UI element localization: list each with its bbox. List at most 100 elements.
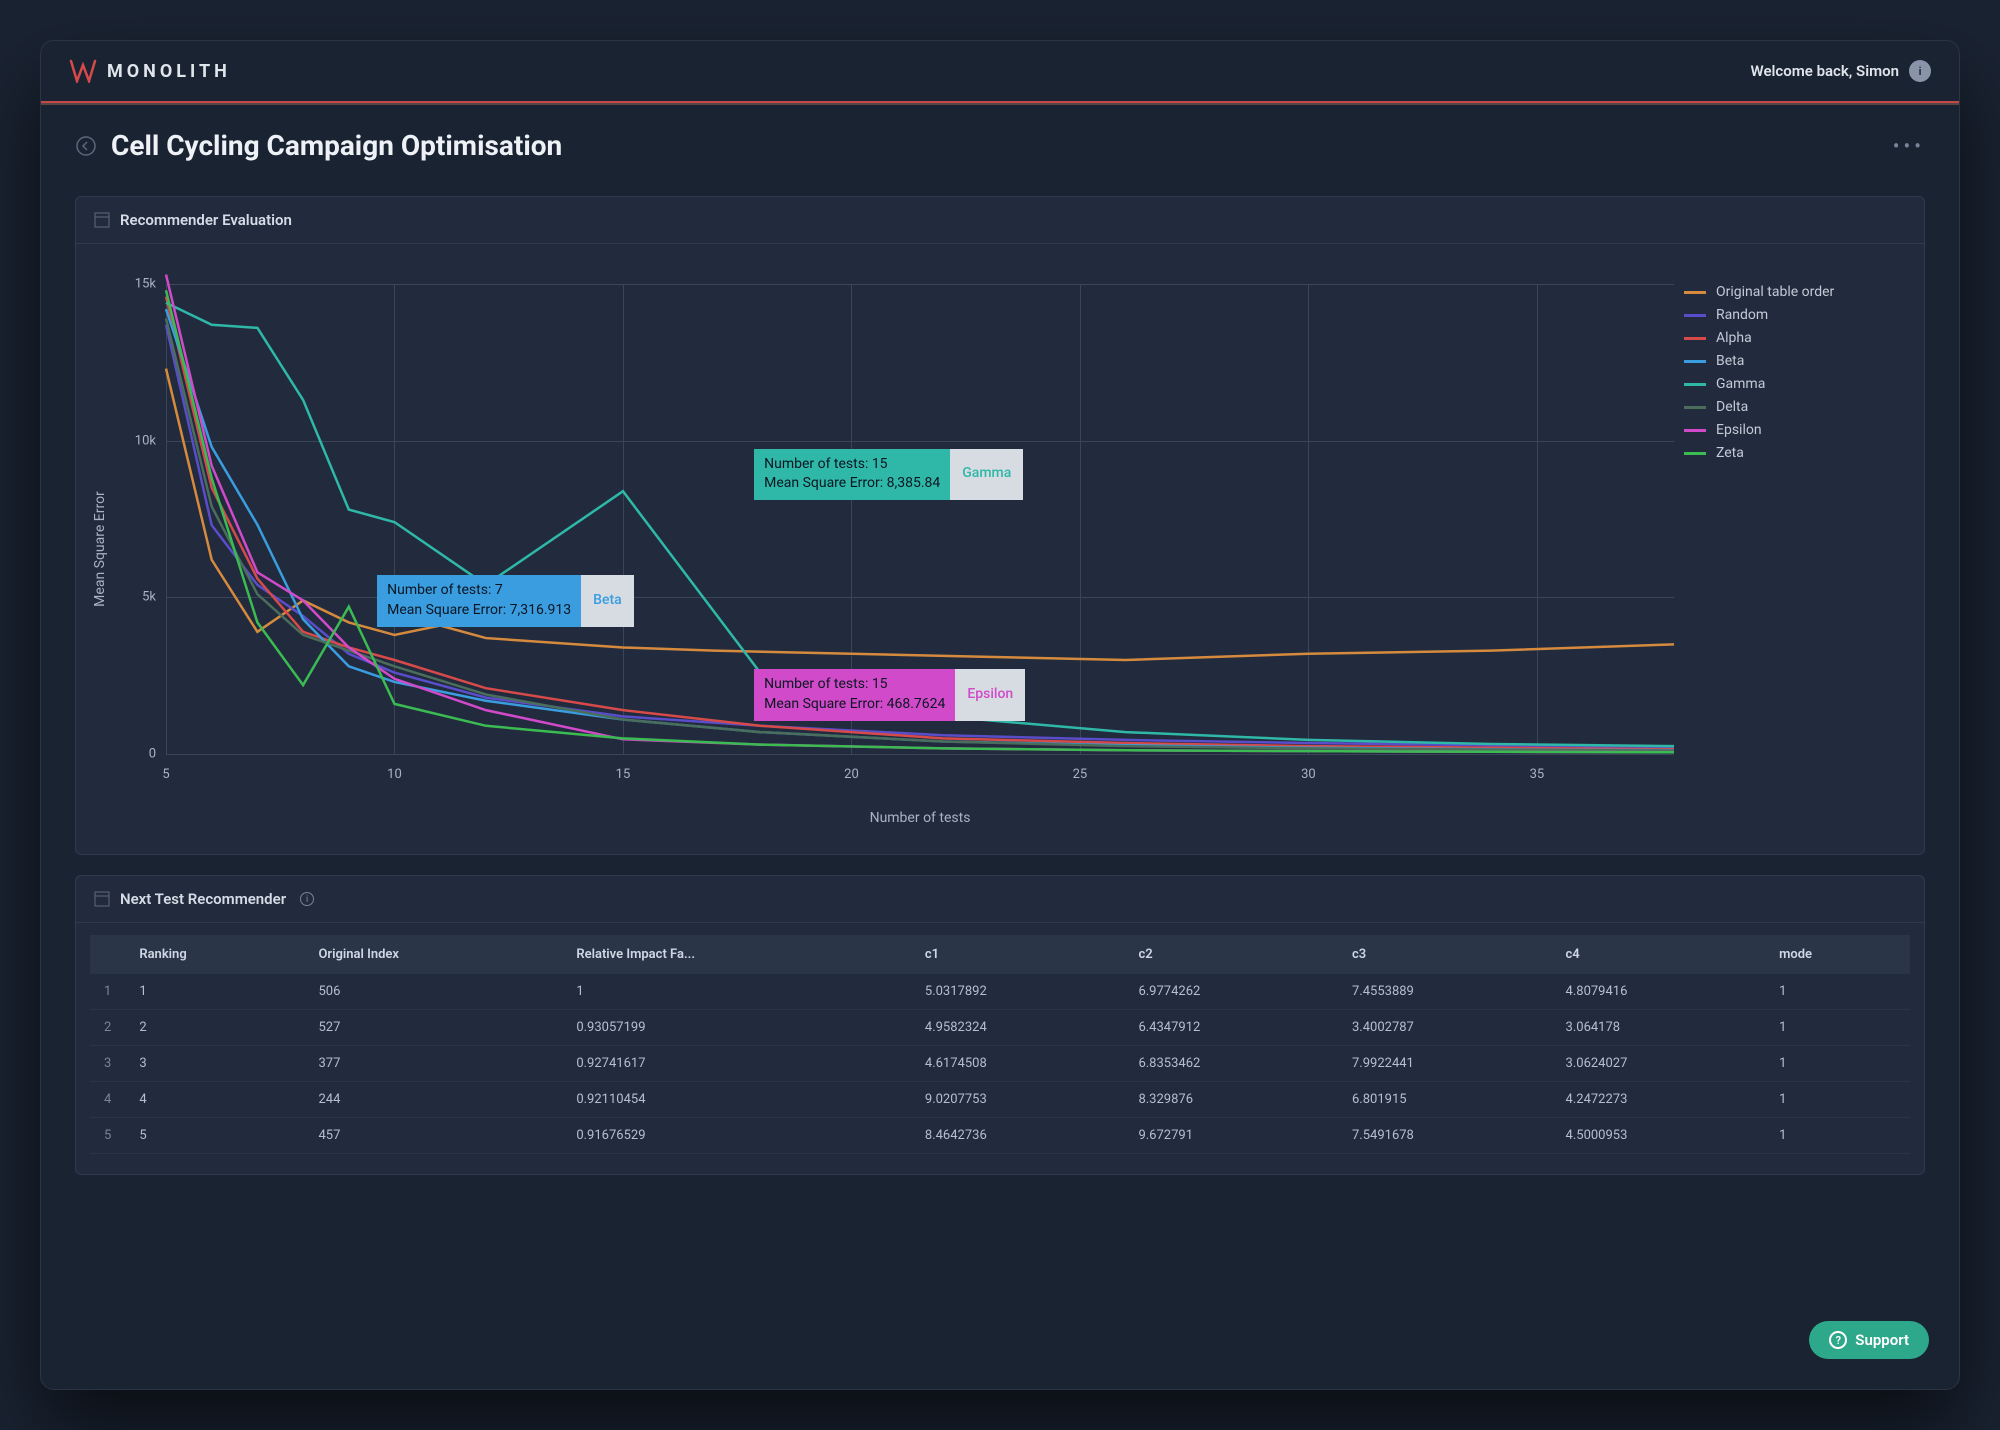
tooltip: Number of tests: 7Mean Square Error: 7,3… bbox=[377, 575, 634, 626]
table-cell: 7.9922441 bbox=[1338, 1046, 1552, 1082]
table-cell: 3 bbox=[125, 1046, 304, 1082]
x-tick: 35 bbox=[1530, 767, 1545, 782]
table-cell: 1 bbox=[125, 974, 304, 1010]
table-cell: 5 bbox=[125, 1118, 304, 1154]
legend-swatch bbox=[1684, 337, 1706, 340]
column-header[interactable]: Relative Impact Fa... bbox=[562, 935, 911, 974]
legend-label: Zeta bbox=[1716, 445, 1744, 461]
table-row[interactable]: 225270.930571994.95823246.43479123.40027… bbox=[90, 1010, 1910, 1046]
x-axis-label: Number of tests bbox=[870, 810, 971, 826]
table-cell: 8.4642736 bbox=[911, 1118, 1125, 1154]
legend-item[interactable]: Random bbox=[1684, 307, 1904, 323]
legend-item[interactable]: Beta bbox=[1684, 353, 1904, 369]
table-cell: 0.93057199 bbox=[562, 1010, 911, 1046]
table-cell: 506 bbox=[304, 974, 562, 1010]
table-row[interactable]: 442440.921104549.02077538.3298766.801915… bbox=[90, 1082, 1910, 1118]
x-tick: 5 bbox=[162, 767, 169, 782]
plot[interactable]: 510152025303505k10k15kNumber of tests: 7… bbox=[166, 284, 1674, 844]
tooltip: Number of tests: 15Mean Square Error: 46… bbox=[754, 669, 1025, 720]
legend-item[interactable]: Gamma bbox=[1684, 376, 1904, 392]
x-tick: 30 bbox=[1301, 767, 1316, 782]
table-row[interactable]: 1150615.03178926.97742627.45538894.80794… bbox=[90, 974, 1910, 1010]
table-cell: 1 bbox=[562, 974, 911, 1010]
table-cell: 457 bbox=[304, 1118, 562, 1154]
y-tick: 10k bbox=[116, 433, 156, 448]
more-menu-icon[interactable]: ••• bbox=[1893, 134, 1925, 158]
table-cell: 3.0624027 bbox=[1552, 1046, 1766, 1082]
brand: MONOLITH bbox=[69, 59, 231, 83]
legend-swatch bbox=[1684, 360, 1706, 363]
titlebar: Cell Cycling Campaign Optimisation ••• bbox=[41, 105, 1959, 176]
table-cell: 1 bbox=[1765, 1082, 1910, 1118]
legend-swatch bbox=[1684, 314, 1706, 317]
column-header[interactable]: c4 bbox=[1552, 935, 1766, 974]
column-header[interactable]: c3 bbox=[1338, 935, 1552, 974]
table-cell: 1 bbox=[1765, 974, 1910, 1010]
table-cell: 6.9774262 bbox=[1124, 974, 1338, 1010]
table-cell: 6.4347912 bbox=[1124, 1010, 1338, 1046]
avatar[interactable]: i bbox=[1909, 60, 1931, 82]
x-tick: 15 bbox=[616, 767, 631, 782]
table-cell: 9.0207753 bbox=[911, 1082, 1125, 1118]
legend-label: Beta bbox=[1716, 353, 1744, 369]
table-cell: 0.92110454 bbox=[562, 1082, 911, 1118]
table-cell: 4.5000953 bbox=[1552, 1118, 1766, 1154]
table-cell: 3.064178 bbox=[1552, 1010, 1766, 1046]
table-cell: 3.4002787 bbox=[1338, 1010, 1552, 1046]
table-cell: 4.2472273 bbox=[1552, 1082, 1766, 1118]
column-header[interactable]: c1 bbox=[911, 935, 1125, 974]
recommender-table: RankingOriginal IndexRelative Impact Fa.… bbox=[90, 935, 1910, 1154]
table-row[interactable]: 333770.927416174.61745086.83534627.99224… bbox=[90, 1046, 1910, 1082]
table-cell: 9.672791 bbox=[1124, 1118, 1338, 1154]
legend: Original table order Random Alpha Beta Gamma… bbox=[1684, 244, 1924, 854]
x-tick: 10 bbox=[387, 767, 402, 782]
table-cell: 4.6174508 bbox=[911, 1046, 1125, 1082]
topbar: MONOLITH Welcome back, Simon i bbox=[41, 41, 1959, 103]
brand-name: MONOLITH bbox=[107, 61, 231, 82]
legend-item[interactable]: Original table order bbox=[1684, 284, 1904, 300]
table-cell: 0.91676529 bbox=[562, 1118, 911, 1154]
y-tick: 5k bbox=[116, 590, 156, 605]
legend-label: Gamma bbox=[1716, 376, 1765, 392]
table-cell: 377 bbox=[304, 1046, 562, 1082]
legend-label: Random bbox=[1716, 307, 1768, 323]
table-cell: 0.92741617 bbox=[562, 1046, 911, 1082]
legend-item[interactable]: Delta bbox=[1684, 399, 1904, 415]
y-tick: 15k bbox=[116, 277, 156, 292]
legend-label: Original table order bbox=[1716, 284, 1834, 300]
x-tick: 20 bbox=[844, 767, 859, 782]
legend-item[interactable]: Epsilon bbox=[1684, 422, 1904, 438]
table-cell: 4.8079416 bbox=[1552, 974, 1766, 1010]
table-panel-title: Next Test Recommender bbox=[120, 890, 286, 908]
table-panel: Next Test Recommender i RankingOriginal … bbox=[75, 875, 1925, 1175]
table-cell: 1 bbox=[1765, 1010, 1910, 1046]
info-icon[interactable]: i bbox=[300, 892, 314, 906]
table-cell: 527 bbox=[304, 1010, 562, 1046]
legend-label: Alpha bbox=[1716, 330, 1752, 346]
widget-icon bbox=[94, 212, 110, 228]
table-cell: 6.801915 bbox=[1338, 1082, 1552, 1118]
legend-item[interactable]: Zeta bbox=[1684, 445, 1904, 461]
chart-area: Mean Square Error 510152025303505k10k15k… bbox=[76, 244, 1924, 854]
table-cell: 8.329876 bbox=[1124, 1082, 1338, 1118]
x-tick: 25 bbox=[1073, 767, 1088, 782]
back-icon[interactable] bbox=[75, 135, 97, 157]
table-cell: 244 bbox=[304, 1082, 562, 1118]
legend-item[interactable]: Alpha bbox=[1684, 330, 1904, 346]
table-cell: 7.5491678 bbox=[1338, 1118, 1552, 1154]
table-row[interactable]: 554570.916765298.46427369.6727917.549167… bbox=[90, 1118, 1910, 1154]
table-cell: 4 bbox=[125, 1082, 304, 1118]
table-cell: 2 bbox=[125, 1010, 304, 1046]
column-header[interactable]: Original Index bbox=[304, 935, 562, 974]
y-axis-label: Mean Square Error bbox=[92, 491, 108, 607]
column-header[interactable]: mode bbox=[1765, 935, 1910, 974]
legend-label: Epsilon bbox=[1716, 422, 1762, 438]
legend-label: Delta bbox=[1716, 399, 1748, 415]
brand-logo-icon bbox=[69, 59, 97, 83]
help-icon: ? bbox=[1829, 1331, 1847, 1349]
welcome-text: Welcome back, Simon i bbox=[1751, 60, 1931, 82]
column-header[interactable]: c2 bbox=[1124, 935, 1338, 974]
support-button[interactable]: ? Support bbox=[1809, 1321, 1929, 1359]
column-header[interactable]: Ranking bbox=[125, 935, 304, 974]
legend-swatch bbox=[1684, 429, 1706, 432]
